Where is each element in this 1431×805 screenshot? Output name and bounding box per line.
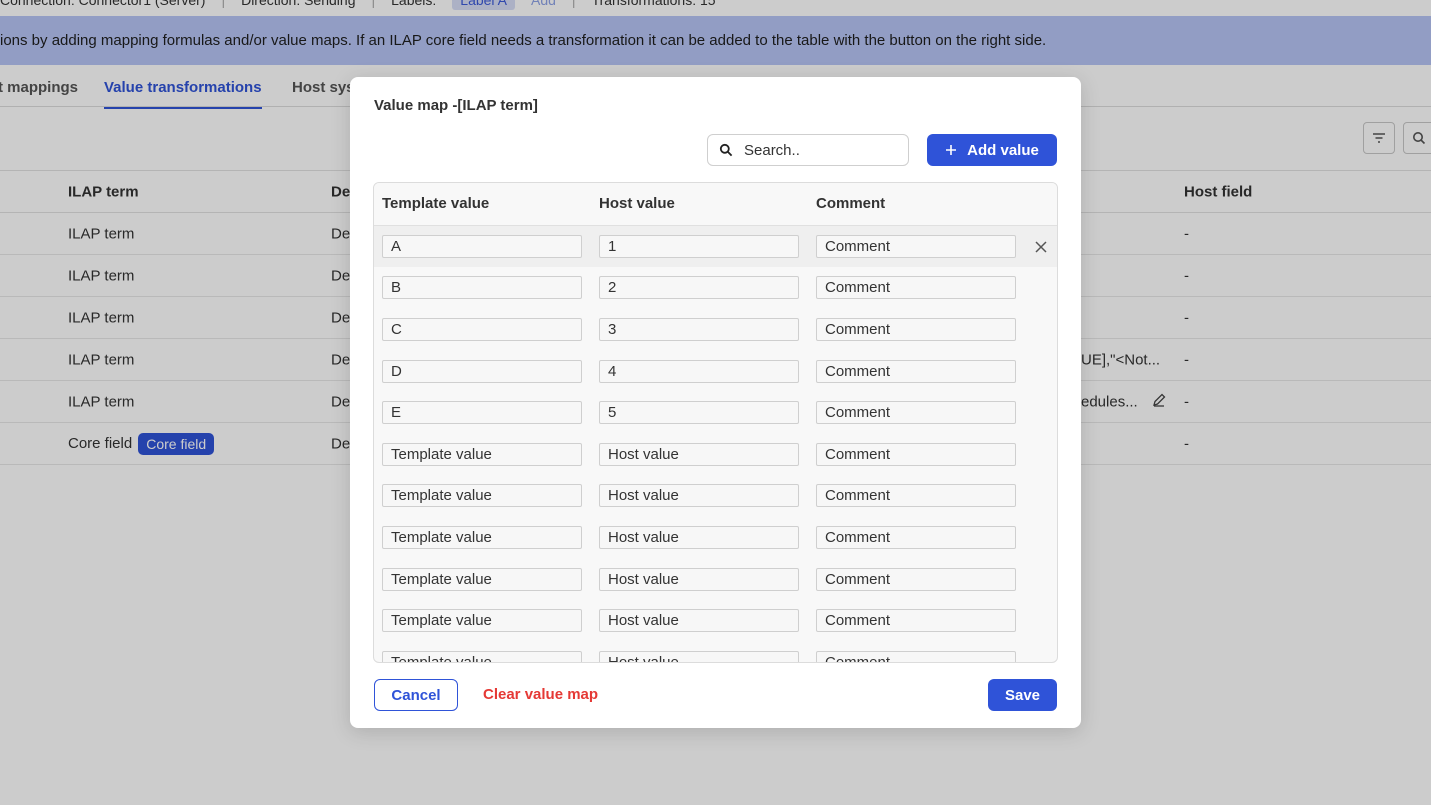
host-value-input[interactable]: Host value	[599, 484, 799, 507]
search-field[interactable]	[707, 134, 909, 166]
value-map-row: B 2 Comment	[374, 267, 1057, 308]
comment-input[interactable]: Comment	[816, 360, 1016, 383]
close-icon[interactable]	[1034, 240, 1048, 254]
search-input[interactable]	[742, 140, 906, 160]
host-value-input[interactable]: Host value	[599, 526, 799, 549]
template-value-input[interactable]: Template value	[382, 526, 582, 549]
comment-input[interactable]: Comment	[816, 651, 1016, 662]
search-icon	[718, 142, 734, 158]
host-value-input[interactable]: 4	[599, 360, 799, 383]
host-value-input[interactable]: 3	[599, 318, 799, 341]
template-value-input[interactable]: C	[382, 318, 582, 341]
comment-input[interactable]: Comment	[816, 526, 1016, 549]
save-button[interactable]: Save	[988, 679, 1057, 711]
header-comment: Comment	[816, 195, 886, 212]
value-map-row: Template value Host value Comment	[374, 517, 1057, 558]
host-value-input[interactable]: Host value	[599, 651, 799, 662]
dialog-title: Value map -[ILAP term]	[374, 97, 538, 114]
comment-input[interactable]: Comment	[816, 235, 1016, 258]
template-value-input[interactable]: Template value	[382, 568, 582, 591]
value-map-row: Template value Host value Comment	[374, 434, 1057, 475]
host-value-input[interactable]: 2	[599, 276, 799, 299]
template-value-input[interactable]: Template value	[382, 484, 582, 507]
template-value-input[interactable]: Template value	[382, 443, 582, 466]
clear-value-map-button[interactable]: Clear value map	[483, 686, 598, 703]
comment-input[interactable]: Comment	[816, 568, 1016, 591]
value-map-row: C 3 Comment	[374, 309, 1057, 350]
template-value-input[interactable]: Template value	[382, 651, 582, 662]
host-value-input[interactable]: Host value	[599, 443, 799, 466]
comment-input[interactable]: Comment	[816, 609, 1016, 632]
add-value-button[interactable]: Add value	[927, 134, 1057, 166]
value-map-row: D 4 Comment	[374, 351, 1057, 392]
comment-input[interactable]: Comment	[816, 276, 1016, 299]
template-value-input[interactable]: Template value	[382, 609, 582, 632]
template-value-input[interactable]: E	[382, 401, 582, 424]
template-value-input[interactable]: D	[382, 360, 582, 383]
cancel-button[interactable]: Cancel	[374, 679, 458, 711]
value-map-row: Template value Host value Comment	[374, 600, 1057, 641]
template-value-input[interactable]: B	[382, 276, 582, 299]
value-map-row: A 1 Comment	[374, 226, 1057, 267]
host-value-input[interactable]: Host value	[599, 609, 799, 632]
template-value-input[interactable]: A	[382, 235, 582, 258]
comment-input[interactable]: Comment	[816, 318, 1016, 341]
plus-icon	[946, 145, 957, 155]
host-value-input[interactable]: 1	[599, 235, 799, 258]
header-template-value: Template value	[382, 195, 490, 212]
host-value-input[interactable]: 5	[599, 401, 799, 424]
add-value-label: Add value	[967, 141, 1039, 159]
value-map-row: Template value Host value Comment	[374, 642, 1057, 662]
comment-input[interactable]: Comment	[816, 484, 1016, 507]
value-map-table: Template value Host value Comment A 1 Co…	[373, 182, 1058, 663]
value-map-dialog: Value map -[ILAP term] Add value Templat…	[350, 77, 1081, 728]
value-map-row: E 5 Comment	[374, 392, 1057, 433]
comment-input[interactable]: Comment	[816, 401, 1016, 424]
header-host-value: Host value	[599, 195, 675, 212]
comment-input[interactable]: Comment	[816, 443, 1016, 466]
value-map-row: Template value Host value Comment	[374, 475, 1057, 516]
value-map-row: Template value Host value Comment	[374, 559, 1057, 600]
value-map-header: Template value Host value Comment	[374, 183, 1057, 226]
host-value-input[interactable]: Host value	[599, 568, 799, 591]
